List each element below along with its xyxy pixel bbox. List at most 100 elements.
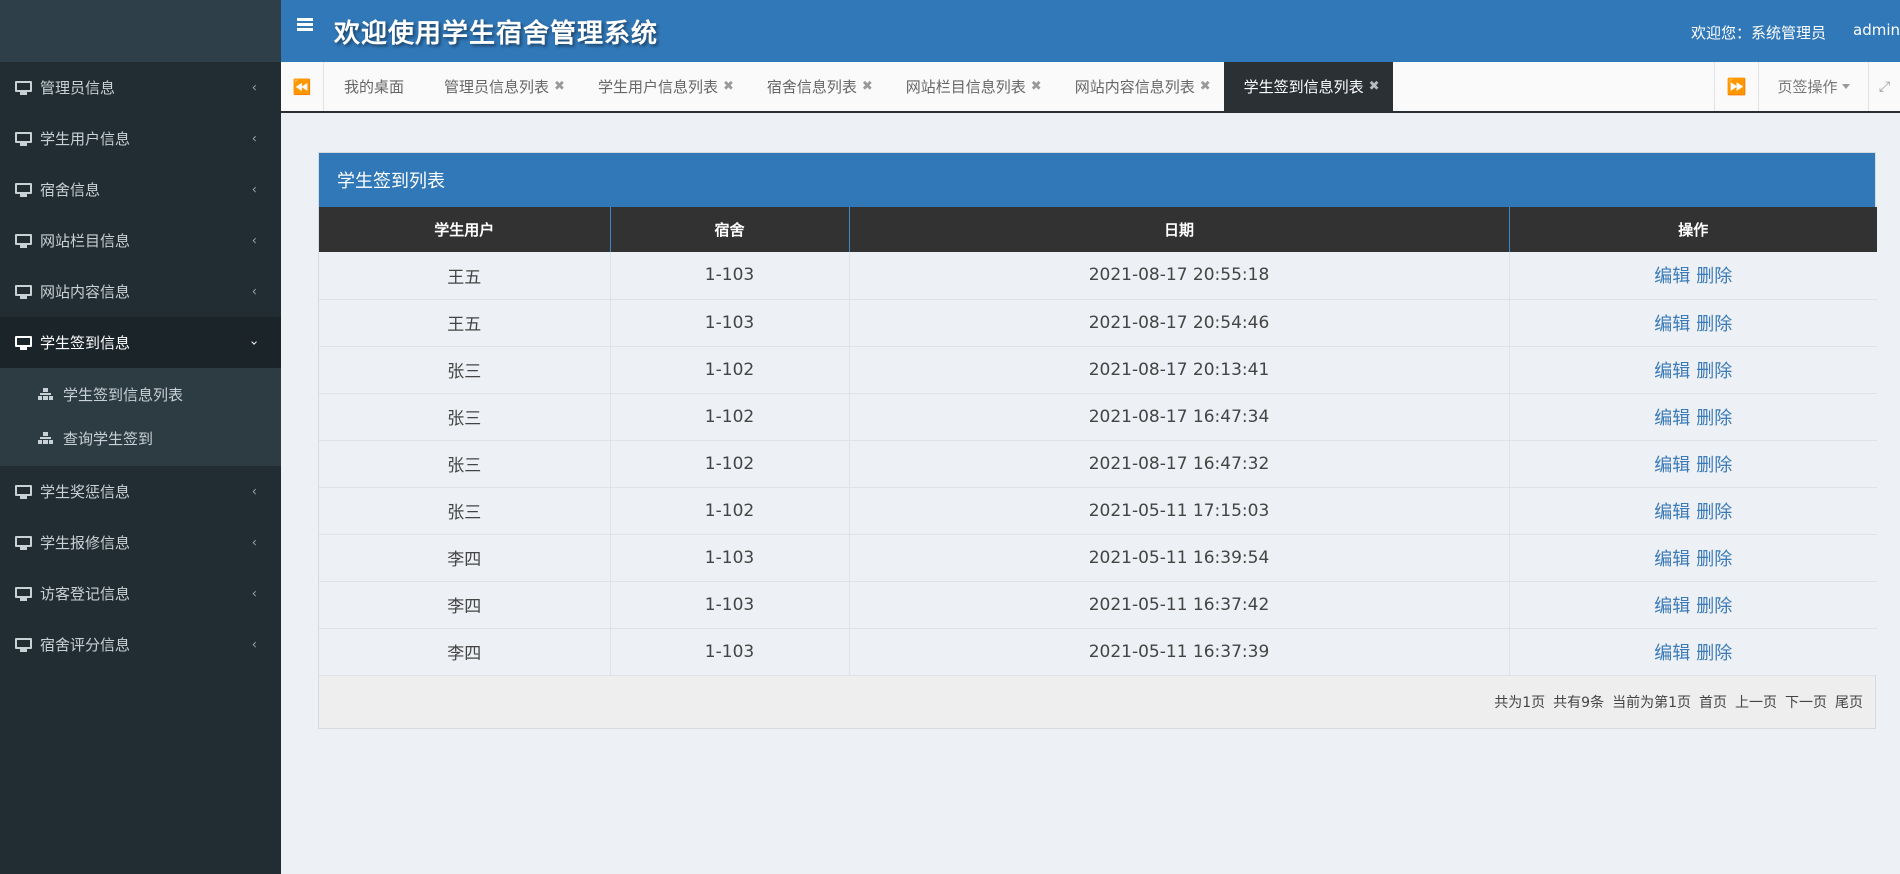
edit-link[interactable]: 编辑 <box>1654 596 1690 617</box>
tab-site-column-list[interactable]: 网站栏目信息列表 ✖ <box>886 62 1055 111</box>
sidebar-subnav: 学生签到信息列表 查询学生签到 <box>0 368 281 466</box>
checkin-panel: 学生签到列表 学生用户 宿舍 日期 操作 王五 1-103 2021-08-17… <box>318 152 1877 729</box>
column-header-actions: 操作 <box>1509 207 1877 252</box>
delete-link[interactable]: 删除 <box>1696 643 1732 664</box>
table-row: 王五 1-103 2021-08-17 20:54:46 编辑 删除 <box>319 299 1877 347</box>
delete-link[interactable]: 删除 <box>1696 549 1732 570</box>
edit-link[interactable]: 编辑 <box>1654 314 1690 335</box>
cell-dorm: 1-103 <box>610 299 850 347</box>
chevron-left-icon: ‹ <box>251 586 257 601</box>
chevron-left-icon: ‹ <box>251 284 257 299</box>
cell-user: 李四 <box>319 534 611 582</box>
edit-link[interactable]: 编辑 <box>1654 361 1690 382</box>
sidebar-item-label: 学生奖惩信息 <box>40 483 131 501</box>
cell-user: 李四 <box>319 628 611 676</box>
delete-link[interactable]: 删除 <box>1696 455 1732 476</box>
edit-link[interactable]: 编辑 <box>1654 643 1690 664</box>
sidebar-subitem-checkin-query[interactable]: 查询学生签到 <box>0 416 281 460</box>
cell-actions: 编辑 删除 <box>1509 252 1877 300</box>
tab-scroll-right-button[interactable]: ⏩ <box>1714 62 1758 111</box>
tab-label: 网站栏目信息列表 <box>905 78 1026 96</box>
sidebar-item-site-content[interactable]: 网站内容信息 ‹ <box>0 266 281 317</box>
tab-checkin-list[interactable]: 学生签到信息列表 ✖ <box>1223 62 1393 111</box>
pager-first-link[interactable]: 首页 <box>1699 692 1727 712</box>
edit-link[interactable]: 编辑 <box>1654 408 1690 429</box>
sidebar-item-label: 学生签到信息 <box>40 334 131 352</box>
close-icon[interactable]: ✖ <box>1200 79 1211 94</box>
sidebar-item-site-column[interactable]: 网站栏目信息 ‹ <box>0 215 281 266</box>
delete-link[interactable]: 删除 <box>1696 596 1732 617</box>
sidebar-subitem-checkin-list[interactable]: 学生签到信息列表 <box>0 372 281 416</box>
tab-bar: ⏪ 我的桌面 管理员信息列表 ✖ 学生用户信息列表 ✖ 宿舍信息列表 ✖ 网站栏… <box>281 62 1900 113</box>
table-row: 王五 1-103 2021-08-17 20:55:18 编辑 删除 <box>319 252 1877 300</box>
tab-admin-list[interactable]: 管理员信息列表 ✖ <box>424 62 578 111</box>
table-row: 张三 1-102 2021-08-17 16:47:34 编辑 删除 <box>319 393 1877 441</box>
sidebar-item-student-user[interactable]: 学生用户信息 ‹ <box>0 113 281 164</box>
tab-label: 学生签到信息列表 <box>1243 78 1364 96</box>
sidebar-item-label: 管理员信息 <box>40 79 116 97</box>
page-ops-dropdown[interactable]: 页签操作 <box>1758 62 1868 111</box>
tab-label: 宿舍信息列表 <box>766 78 857 96</box>
cell-user: 张三 <box>319 346 611 394</box>
sidebar-item-checkin[interactable]: 学生签到信息 ‹ <box>0 317 281 368</box>
cell-date: 2021-05-11 16:37:39 <box>849 628 1510 676</box>
close-icon[interactable]: ✖ <box>723 79 734 94</box>
edit-link[interactable]: 编辑 <box>1654 549 1690 570</box>
close-icon[interactable]: ✖ <box>1031 79 1042 94</box>
pagination: 共为1页 共有9条 当前为第1页 首页 上一页 下一页 尾页 <box>319 675 1875 728</box>
cell-actions: 编辑 删除 <box>1509 440 1877 488</box>
chevron-left-icon: ‹ <box>251 484 257 499</box>
chevron-left-icon: ‹ <box>251 233 257 248</box>
pager-last-link[interactable]: 尾页 <box>1835 692 1863 712</box>
welcome-text: 欢迎您：系统管理员 <box>1691 24 1827 42</box>
tab-site-content-list[interactable]: 网站内容信息列表 ✖ <box>1055 62 1224 111</box>
pager-prev-link[interactable]: 上一页 <box>1735 692 1777 712</box>
edit-link[interactable]: 编辑 <box>1654 455 1690 476</box>
monitor-icon <box>15 637 32 652</box>
delete-link[interactable]: 删除 <box>1696 361 1732 382</box>
close-icon[interactable]: ✖ <box>554 79 565 94</box>
delete-link[interactable]: 删除 <box>1696 502 1732 523</box>
user-name[interactable]: admin <box>1853 21 1900 39</box>
sidebar-item-label: 访客登记信息 <box>40 585 131 603</box>
pager-next-link[interactable]: 下一页 <box>1785 692 1827 712</box>
double-chevron-right-icon: ⏩ <box>1726 77 1747 96</box>
monitor-icon <box>15 335 32 350</box>
delete-link[interactable]: 删除 <box>1696 314 1732 335</box>
column-header-date[interactable]: 日期 <box>849 207 1510 252</box>
close-icon[interactable]: ✖ <box>1369 79 1380 94</box>
cell-actions: 编辑 删除 <box>1509 628 1877 676</box>
fullscreen-button[interactable]: ⤢ <box>1868 62 1900 111</box>
monitor-icon <box>15 586 32 601</box>
edit-link[interactable]: 编辑 <box>1654 266 1690 287</box>
sidebar-item-admin[interactable]: 管理员信息 ‹ <box>0 62 281 113</box>
chevron-left-icon: ‹ <box>251 80 257 95</box>
sidebar-item-dorm[interactable]: 宿舍信息 ‹ <box>0 164 281 215</box>
tab-scroll-left-button[interactable]: ⏪ <box>281 62 324 111</box>
double-chevron-left-icon: ⏪ <box>292 77 312 96</box>
tab-student-user-list[interactable]: 学生用户信息列表 ✖ <box>578 62 747 111</box>
delete-link[interactable]: 删除 <box>1696 266 1732 287</box>
column-header-dorm[interactable]: 宿舍 <box>610 207 850 252</box>
cell-date: 2021-08-17 20:13:41 <box>849 346 1510 394</box>
tab-desktop[interactable]: 我的桌面 <box>324 62 424 111</box>
menu-toggle-icon[interactable] <box>297 18 313 32</box>
delete-link[interactable]: 删除 <box>1696 408 1732 429</box>
column-header-user[interactable]: 学生用户 <box>319 207 611 252</box>
table-row: 张三 1-102 2021-08-17 20:13:41 编辑 删除 <box>319 346 1877 394</box>
sidebar-item-reward[interactable]: 学生奖惩信息 ‹ <box>0 466 281 517</box>
cell-date: 2021-08-17 16:47:34 <box>849 393 1510 441</box>
edit-link[interactable]: 编辑 <box>1654 502 1690 523</box>
cell-dorm: 1-102 <box>610 487 850 535</box>
sitemap-icon <box>38 431 53 445</box>
sidebar-item-visitor[interactable]: 访客登记信息 ‹ <box>0 568 281 619</box>
tab-dorm-list[interactable]: 宿舍信息列表 ✖ <box>747 62 886 111</box>
table-row: 李四 1-103 2021-05-11 16:39:54 编辑 删除 <box>319 534 1877 582</box>
sidebar-item-dorm-score[interactable]: 宿舍评分信息 ‹ <box>0 619 281 670</box>
monitor-icon <box>15 233 32 248</box>
sidebar-item-label: 学生报修信息 <box>40 534 131 552</box>
tab-label: 管理员信息列表 <box>444 78 550 96</box>
sidebar-item-label: 网站栏目信息 <box>40 232 131 250</box>
sidebar-item-repair[interactable]: 学生报修信息 ‹ <box>0 517 281 568</box>
close-icon[interactable]: ✖ <box>862 79 873 94</box>
